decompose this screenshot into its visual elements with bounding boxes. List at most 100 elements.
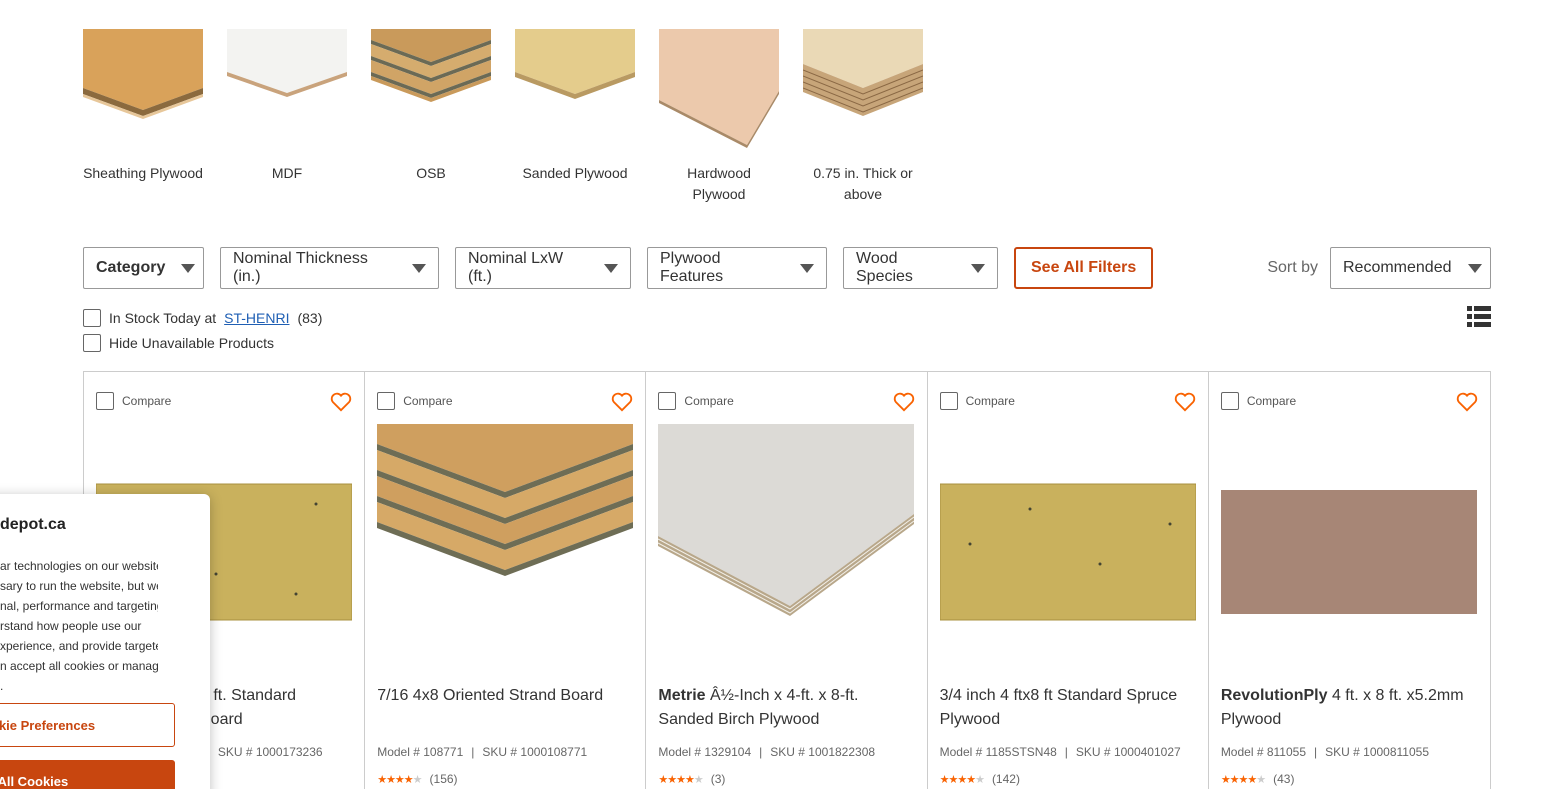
star-rating-icon: ★★★★★	[939, 773, 985, 786]
mdf-image	[227, 29, 347, 97]
sku-number: SKU # 1001822308	[770, 745, 876, 759]
chevron-down-icon	[181, 263, 196, 273]
compare-checkbox[interactable]	[1220, 392, 1239, 410]
filter-thickness-label: Nominal Thickness (in.)	[233, 250, 368, 285]
heart-icon[interactable]	[611, 392, 633, 412]
cookie-body: ar technologies on our website. sary to …	[0, 559, 158, 693]
product-rating[interactable]: ★★★★★ (43)	[1221, 772, 1295, 786]
tile-sheathing-plywood[interactable]: Sheathing Plywood	[83, 0, 203, 205]
product-ids: 8|SKU # 1000173236	[192, 745, 323, 759]
sort-label: Sort by	[1267, 259, 1318, 276]
compare-checkbox[interactable]	[96, 392, 114, 410]
hide-unavailable-label: Hide Unavailable Products	[109, 334, 274, 351]
product-card[interactable]: Compare Metrie Â½-Inch x 4-ft. x 8-ft. S…	[646, 372, 928, 789]
review-count: (142)	[991, 772, 1020, 786]
compare-label: Compare	[122, 394, 172, 408]
product-rating[interactable]: ★★★★★ (156)	[377, 772, 457, 786]
sort-value: Recommended	[1343, 259, 1452, 276]
tile-sanded-plywood[interactable]: Sanded Plywood	[515, 0, 635, 205]
tile-075-thick[interactable]: 0.75 in. Thick or above	[802, 0, 924, 205]
heart-icon[interactable]	[1456, 392, 1478, 412]
filter-species-label: Wood Species	[856, 250, 913, 285]
product-brand: Metrie	[658, 687, 706, 704]
filter-lxw-dropdown[interactable]: Nominal LxW (ft.)	[455, 247, 631, 289]
tile-label: OSB	[416, 165, 446, 181]
filter-features-label: Plywood Features	[660, 250, 724, 285]
star-rating-icon: ★★★★★	[377, 773, 422, 786]
model-number: Model # 108771	[377, 745, 464, 759]
tile-label: Sanded Plywood	[522, 165, 628, 181]
review-count: (43)	[1273, 772, 1295, 786]
compare-label: Compare	[403, 394, 453, 408]
tile-osb[interactable]: OSB	[371, 0, 491, 205]
review-count: (156)	[429, 772, 458, 786]
product-image	[658, 424, 915, 616]
product-title[interactable]: RevolutionPly 4 ft. x 8 ft. x5.2mm Plywo…	[1221, 684, 1478, 732]
compare-checkbox[interactable]	[658, 392, 677, 410]
tile-mdf[interactable]: MDF	[227, 0, 347, 205]
product-card[interactable]: Compare 7/16 4x8 Oriented Strand Board M…	[365, 372, 647, 789]
thick-plywood-image	[802, 29, 924, 116]
compare-option: Compare	[939, 392, 1015, 410]
sort-dropdown[interactable]: Recommended	[1330, 247, 1491, 289]
filter-thickness-dropdown[interactable]: Nominal Thickness (in.)	[220, 247, 439, 289]
product-title[interactable]: 7/16 4x8 Oriented Strand Board	[377, 684, 633, 708]
compare-label: Compare	[965, 394, 1015, 408]
product-image	[377, 424, 634, 576]
osb-image	[371, 29, 491, 102]
filter-features-dropdown[interactable]: Plywood Features	[647, 247, 827, 289]
product-card[interactable]: Compare 3/4 inch 4 ftx8 ft Standard Spru…	[928, 372, 1209, 789]
store-link[interactable]: ST-HENRI	[224, 310, 289, 326]
heart-icon[interactable]	[893, 392, 915, 412]
product-ids: Model # 1329104 | SKU # 1001822308	[658, 745, 876, 759]
sku-number: SKU # 1000173236	[217, 745, 323, 759]
product-rating[interactable]: ★★★★★ (142)	[940, 772, 1020, 786]
filter-category-label: Category	[96, 259, 166, 276]
sanded-plywood-image	[515, 29, 635, 99]
compare-label: Compare	[684, 394, 734, 408]
product-grid: Compare 8 ft. StandardBoard 8|SKU # 1000…	[83, 371, 1491, 789]
in-stock-checkbox[interactable]	[83, 308, 101, 327]
product-ids: Model # 108771 | SKU # 1000108771	[377, 745, 588, 759]
filter-species-dropdown[interactable]: Wood Species	[843, 247, 998, 289]
heart-icon[interactable]	[330, 392, 352, 412]
product-title[interactable]: 3/4 inch 4 ftx8 ft Standard Spruce Plywo…	[940, 684, 1196, 732]
filter-lxw-label: Nominal LxW (ft.)	[468, 250, 564, 285]
tile-label: Hardwood Plywood	[687, 165, 751, 202]
chevron-down-icon	[412, 263, 426, 273]
product-title[interactable]: Metrie Â½-Inch x 4-ft. x 8-ft. Sanded Bi…	[658, 684, 914, 732]
sort-control: Sort by Recommended	[1267, 247, 1491, 289]
product-rating[interactable]: ★★★★★ (3)	[658, 772, 725, 786]
filter-bar: Category Nominal Thickness (in.) Nominal…	[83, 247, 1154, 289]
filter-category-dropdown[interactable]: Category	[83, 247, 204, 289]
product-image	[939, 483, 1196, 621]
tile-label: Sheathing Plywood	[83, 165, 203, 181]
product-card[interactable]: Compare RevolutionPly 4 ft. x 8 ft. x5.2…	[1209, 372, 1490, 789]
model-number: Model # 1185STSN48	[939, 745, 1057, 759]
see-all-filters-button[interactable]: See All Filters	[1014, 247, 1154, 289]
tile-hardwood-plywood[interactable]: Hardwood Plywood	[659, 0, 779, 205]
compare-option: Compare	[1220, 392, 1296, 410]
category-tiles: Sheathing Plywood MDF OSB Sanded Plywood	[83, 0, 947, 205]
in-stock-count: (83)	[297, 309, 323, 326]
sku-number: SKU # 1000401027	[1075, 745, 1181, 759]
hide-unavailable-checkbox[interactable]	[83, 333, 101, 352]
heart-icon[interactable]	[1174, 392, 1196, 412]
chevron-down-icon	[971, 263, 985, 273]
model-number: Model # 1329104	[658, 745, 752, 759]
chevron-down-icon	[1467, 263, 1482, 273]
compare-checkbox[interactable]	[377, 392, 396, 410]
chevron-down-icon	[800, 263, 814, 273]
sku-number: SKU # 1000811055	[1325, 745, 1429, 759]
in-stock-option: In Stock Today at ST-HENRI (83)	[83, 305, 322, 330]
product-image	[1220, 490, 1477, 614]
compare-checkbox[interactable]	[939, 392, 958, 410]
list-view-icon[interactable]	[1467, 305, 1491, 329]
cookie-preferences-button[interactable]: okie Preferences	[0, 703, 175, 747]
sheathing-plywood-image	[83, 29, 203, 119]
review-count: (3)	[710, 772, 726, 786]
star-rating-icon: ★★★★★	[658, 773, 703, 786]
accept-all-cookies-button[interactable]: t All Cookies	[0, 760, 175, 789]
tile-label: MDF	[271, 165, 303, 181]
product-brand: RevolutionPly	[1220, 687, 1328, 704]
